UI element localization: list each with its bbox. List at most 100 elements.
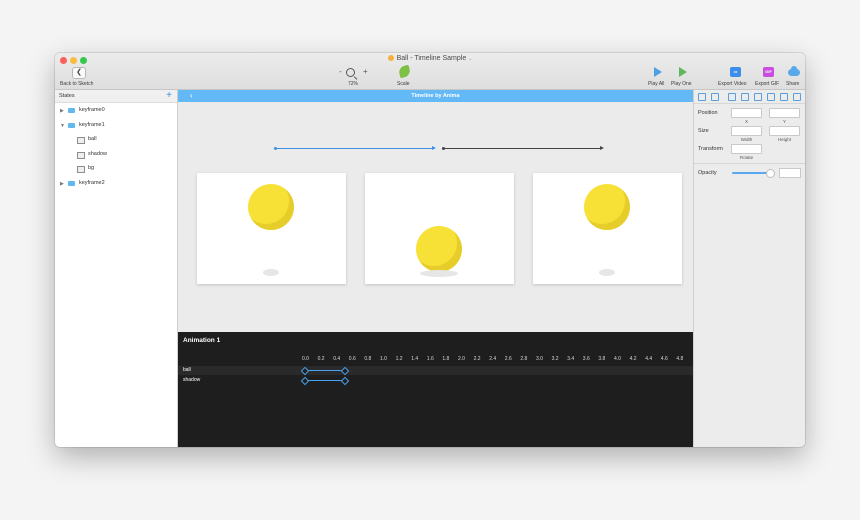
size-label: Size xyxy=(698,128,709,134)
align-right-icon[interactable] xyxy=(754,93,762,101)
title-menu-chevron-icon[interactable]: ⌄ xyxy=(468,56,472,62)
x-label: X xyxy=(744,119,748,124)
timeline-tick-label: 4.4 xyxy=(645,356,653,362)
export-video-icon[interactable]: ▭ xyxy=(730,67,741,77)
ball-layer[interactable] xyxy=(416,226,462,272)
disclosure-right-icon[interactable]: ▶ xyxy=(60,108,64,114)
tree-item-bg[interactable]: bg xyxy=(55,162,177,175)
folder-icon xyxy=(68,108,75,113)
keyframe1-artboard[interactable] xyxy=(365,173,514,284)
magnifier-icon[interactable] xyxy=(346,68,355,77)
timeline-tick-label: 2.4 xyxy=(489,356,497,362)
animation-title: Animation 1 xyxy=(183,337,221,344)
folder-icon xyxy=(68,123,75,128)
states-header: States + xyxy=(55,90,177,103)
inspector-panel: Position X Y Size Width Height Transform… xyxy=(693,90,805,447)
timeline-tick-label: 1.8 xyxy=(442,356,450,362)
transition-arrow-2[interactable] xyxy=(442,146,604,150)
timeline-tick-label: 3.0 xyxy=(536,356,543,362)
height-field[interactable] xyxy=(769,126,800,136)
track-row-ball[interactable]: ball xyxy=(178,366,693,376)
timeline-tick-label: 4.2 xyxy=(629,356,637,362)
shadow-layer[interactable] xyxy=(420,270,458,277)
zoom-in-button[interactable]: + xyxy=(363,67,368,76)
divider xyxy=(694,163,805,164)
add-state-button[interactable]: + xyxy=(166,90,172,102)
image-layer-icon xyxy=(77,152,85,159)
tree-item-shadow[interactable]: shadow xyxy=(55,148,177,161)
timeline-tick-label: 0.2 xyxy=(317,356,325,362)
export-gif-label: Export GIF xyxy=(755,81,780,87)
share-label: Share xyxy=(786,81,800,87)
rotate-field[interactable] xyxy=(731,144,762,154)
animation-bar[interactable] xyxy=(304,380,344,381)
track-row-shadow[interactable]: shadow xyxy=(178,376,693,386)
export-gif-icon[interactable]: GIF xyxy=(763,67,774,77)
timeline-tick-label: 0.6 xyxy=(348,356,356,362)
timeline-tick-label: 0.0 xyxy=(302,356,309,362)
keyframe0-artboard[interactable] xyxy=(197,173,346,284)
opacity-field[interactable] xyxy=(779,168,801,178)
shadow-layer[interactable] xyxy=(599,269,615,276)
tree-item-keyframe2[interactable]: ▶ keyframe2 xyxy=(55,177,177,190)
timeline-tick-label: 1.2 xyxy=(395,356,403,362)
app-window: Ball - Timeline Sample ⌄ ❮ Back to Sketch… xyxy=(55,53,805,447)
keyframe-end-handle[interactable] xyxy=(340,366,350,376)
align-middle-icon[interactable] xyxy=(780,93,788,101)
play-all-label: Play All xyxy=(648,81,665,87)
timeline-tick-label: 3.8 xyxy=(598,356,606,362)
play-all-icon[interactable] xyxy=(654,67,662,77)
position-label: Position xyxy=(698,110,718,116)
disclosure-down-icon[interactable]: ▼ xyxy=(60,123,65,129)
ball-layer[interactable] xyxy=(248,184,294,230)
opacity-slider[interactable] xyxy=(732,172,770,174)
distribute-horizontal-icon[interactable] xyxy=(698,93,706,101)
track-name: shadow xyxy=(183,377,201,383)
align-center-icon[interactable] xyxy=(741,93,749,101)
tree-item-ball[interactable]: ball xyxy=(55,133,177,146)
ball-layer[interactable] xyxy=(584,184,630,230)
position-y-field[interactable] xyxy=(769,108,800,118)
width-label: Width xyxy=(740,137,753,142)
shadow-layer[interactable] xyxy=(263,269,279,276)
toolbar: Ball - Timeline Sample ⌄ ❮ Back to Sketch… xyxy=(55,53,805,90)
timeline-tick-label: 1.6 xyxy=(426,356,434,362)
timeline-tick-label: 0.4 xyxy=(333,356,341,362)
width-field[interactable] xyxy=(731,126,762,136)
keyframe-start-handle[interactable] xyxy=(300,376,310,386)
height-label: Height xyxy=(777,137,791,142)
align-top-icon[interactable] xyxy=(767,93,775,101)
canvas-title: Timeline by Anima xyxy=(411,93,460,99)
back-to-sketch-button[interactable]: ❮ xyxy=(72,67,86,79)
disclosure-right-icon[interactable]: ▶ xyxy=(60,181,64,187)
tree-item-keyframe0[interactable]: ▶ keyframe0 xyxy=(55,104,177,117)
timeline-panel: Animation 1 0.0 0.2 0.4 0.6 0.8 1.0 1.2 1.4 1.6 1… xyxy=(178,332,693,447)
keyframe-end-handle[interactable] xyxy=(340,376,350,386)
align-bottom-icon[interactable] xyxy=(793,93,801,101)
play-one-icon[interactable] xyxy=(679,67,687,77)
timeline-tick-label: 4.8 xyxy=(676,356,684,362)
align-left-icon[interactable] xyxy=(728,93,736,101)
keyframe2-artboard[interactable] xyxy=(533,173,682,284)
zoom-out-button[interactable]: - xyxy=(339,67,342,76)
keyframe-canvas xyxy=(178,102,693,332)
timeline-tick-label: 4.6 xyxy=(660,356,668,362)
play-one-label: Play One xyxy=(671,81,692,87)
timeline-tick-label: 3.2 xyxy=(551,356,559,362)
share-cloud-icon[interactable] xyxy=(788,66,800,76)
opacity-slider-knob[interactable] xyxy=(766,169,775,178)
timeline-tick-label: 2.2 xyxy=(473,356,481,362)
timeline-tick-label: 1.4 xyxy=(411,356,419,362)
opacity-label: Opacity xyxy=(698,170,717,176)
zoom-level: 72% xyxy=(348,81,359,87)
animation-bar[interactable] xyxy=(304,370,344,371)
image-layer-icon xyxy=(77,137,85,144)
tree-item-keyframe1[interactable]: ▼ keyframe1 xyxy=(55,119,177,132)
position-x-field[interactable] xyxy=(731,108,762,118)
distribute-vertical-icon[interactable] xyxy=(711,93,719,101)
transition-arrow-1[interactable] xyxy=(274,146,436,150)
keyframe-start-handle[interactable] xyxy=(300,366,310,376)
y-label: Y xyxy=(782,119,786,124)
main-area: ‹ Timeline by Anima Animation 1 0.0 0.2 0.… xyxy=(178,90,693,447)
scale-leaf-icon[interactable] xyxy=(397,64,412,79)
